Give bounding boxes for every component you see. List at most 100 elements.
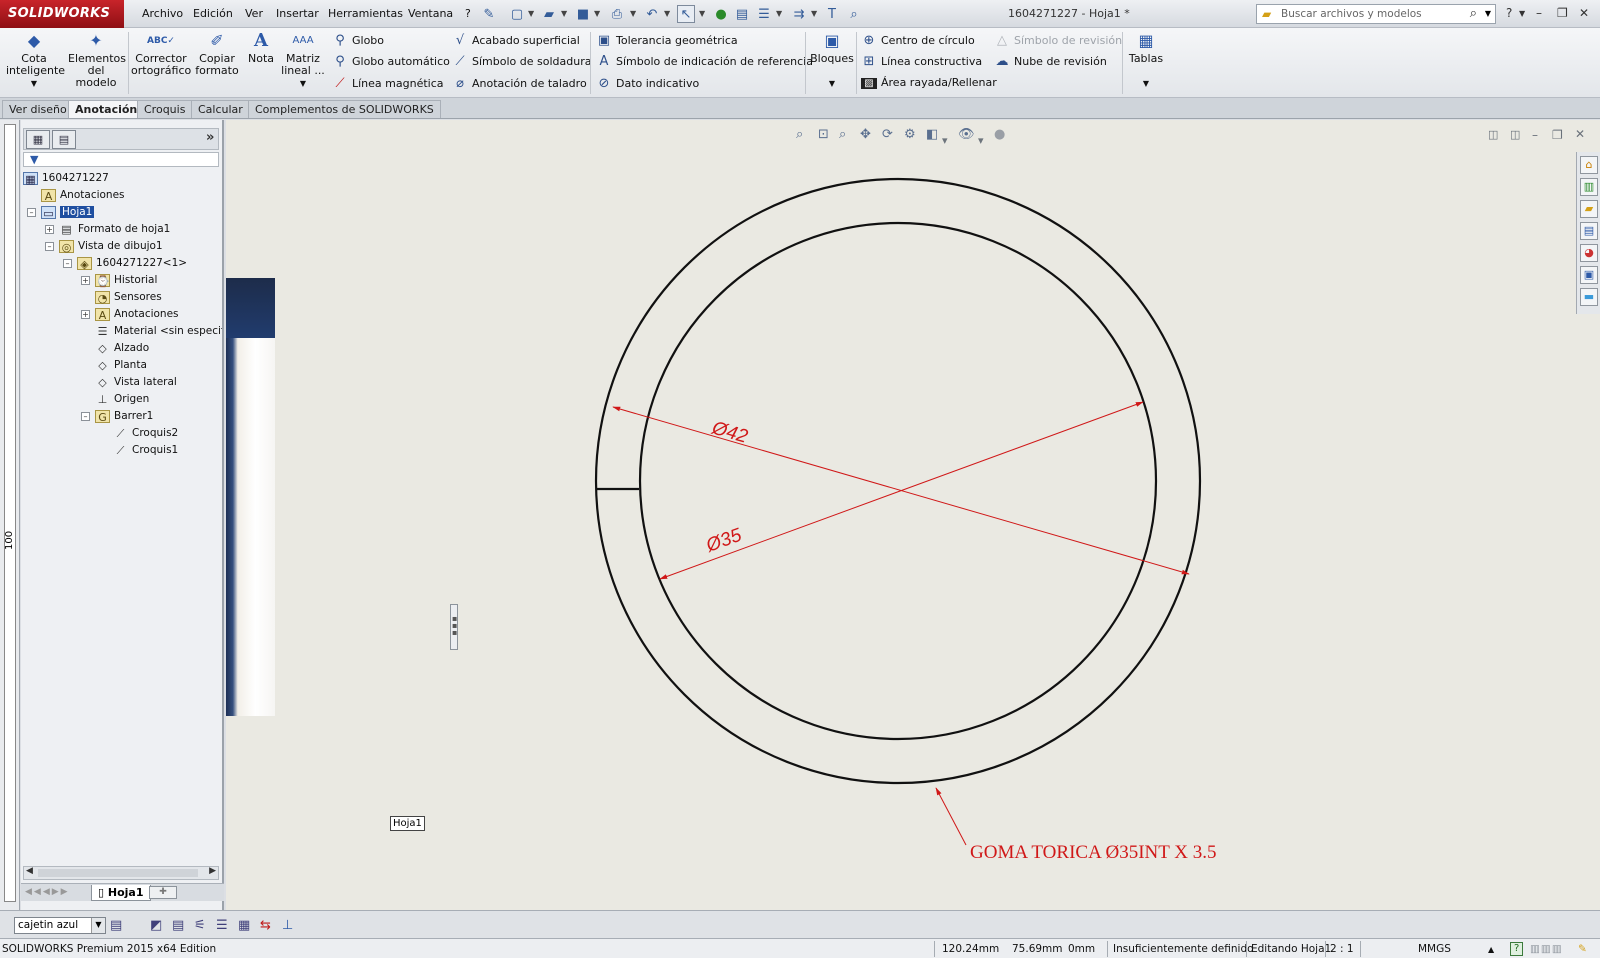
chevron-down-icon[interactable]: ▼	[829, 79, 835, 88]
save-icon[interactable]: ■	[574, 5, 592, 23]
help-icon[interactable]: ?	[1510, 942, 1524, 956]
new-document-icon[interactable]: ▢	[508, 5, 526, 23]
menu-edicion[interactable]: Edición	[193, 7, 233, 20]
chevron-down-icon[interactable]: ▼	[561, 9, 567, 18]
collapse-icon[interactable]: –	[81, 411, 90, 421]
chevron-down-icon[interactable]: ▼	[1143, 79, 1149, 88]
tree-item-material[interactable]: ☰ Material <sin especificar>	[95, 323, 222, 339]
tab-croquis[interactable]: Croquis	[137, 100, 193, 118]
tree-item-anotaciones-part[interactable]: + A Anotaciones	[81, 306, 179, 322]
tree-item-sensores[interactable]: ◔ Sensores	[95, 289, 162, 305]
layer-select[interactable]: cajetin azul ▼	[14, 917, 106, 934]
color-display-icon[interactable]: ▦	[238, 918, 250, 933]
open-folder-icon[interactable]: ▰	[540, 5, 558, 23]
feature-tree-tab-icon[interactable]: ▦	[26, 130, 50, 149]
file-properties-icon[interactable]: ▤	[733, 5, 751, 23]
collapse-icon[interactable]: –	[27, 207, 36, 217]
line-thickness-icon[interactable]: ▤	[172, 918, 184, 933]
menu-archivo[interactable]: Archivo	[142, 7, 183, 20]
inner-circle[interactable]	[638, 221, 1158, 741]
solidworks-logo[interactable]: SOLIDWORKS	[0, 0, 124, 28]
tree-item-barrer[interactable]: – G Barrer1	[81, 408, 153, 424]
help-icon[interactable]: ?	[1506, 6, 1512, 20]
note-leader-line[interactable]	[935, 787, 967, 846]
edge-display-icon[interactable]: ⊥	[282, 918, 293, 933]
unit-system[interactable]: MMGS	[1418, 943, 1451, 955]
restore-icon[interactable]: ❐	[1557, 6, 1568, 20]
surface-finish-button[interactable]: √ Acabado superficial	[452, 33, 580, 48]
chevron-down-icon[interactable]: ▼	[300, 79, 306, 88]
format-painter-button[interactable]: ✐ Copiar formato	[194, 32, 240, 77]
centerline-button[interactable]: ⊞ Línea constructiva	[861, 54, 983, 69]
menu-help[interactable]: ?	[465, 7, 471, 20]
smart-dimension-button[interactable]: ◆ Cota inteligente ▼	[6, 32, 65, 90]
sheet-scale[interactable]: 2 : 1	[1330, 943, 1354, 955]
tree-item-vista-lateral[interactable]: ◇ Vista lateral	[95, 374, 177, 390]
expand-panel-icon[interactable]: »	[206, 130, 214, 145]
outer-circle[interactable]	[594, 177, 1202, 785]
property-manager-tab-icon[interactable]: ▤	[52, 130, 76, 149]
tree-item-part[interactable]: – ◈ 1604271227<1>	[63, 255, 187, 271]
tree-item-alzado[interactable]: ◇ Alzado	[95, 340, 149, 356]
spell-checker-button[interactable]: ABC✓ Corrector ortográfico	[131, 32, 191, 77]
chevron-down-icon[interactable]: ▼	[91, 918, 105, 933]
inner-diameter-label[interactable]: Ø35	[703, 525, 745, 558]
scroll-thumb[interactable]	[38, 869, 198, 877]
hide-show-edges-icon[interactable]: ☰	[216, 918, 228, 933]
select-arrow-icon[interactable]: ↖	[677, 5, 695, 23]
tree-item-anotaciones[interactable]: A Anotaciones	[41, 187, 125, 203]
scroll-left-icon[interactable]: ◀	[26, 866, 33, 876]
minimize-icon[interactable]: –	[1536, 6, 1542, 20]
search-icon[interactable]: ⌕	[1470, 6, 1477, 21]
zoom-window-icon[interactable]: ⌕	[845, 5, 863, 23]
chevron-down-icon[interactable]: ▼	[630, 9, 636, 18]
pin-icon[interactable]: ✎	[480, 5, 498, 23]
note-button[interactable]: A Nota	[246, 32, 276, 65]
chevron-down-icon[interactable]: ▼	[1519, 9, 1525, 18]
menu-ventana[interactable]: Ventana	[408, 7, 453, 20]
weld-symbol-button[interactable]: ⟋ Símbolo de soldadura	[452, 54, 591, 69]
model-items-button[interactable]: ✦ Elementos del modelo	[68, 32, 126, 89]
magnetic-line-button[interactable]: ⟋ Línea magnética	[332, 76, 443, 91]
chevron-down-icon[interactable]: ▼	[1485, 9, 1491, 18]
blocks-button[interactable]: ▣ Bloques ▼	[810, 32, 854, 90]
collapse-icon[interactable]: –	[45, 241, 54, 251]
balloon-button[interactable]: ⚲ Globo	[332, 33, 384, 48]
expand-icon[interactable]: +	[81, 275, 90, 285]
line-color-icon[interactable]: ◩	[150, 918, 162, 933]
chevron-down-icon[interactable]: ▼	[528, 9, 534, 18]
expand-icon[interactable]: +	[45, 224, 54, 234]
sheet-tab-hoja1[interactable]: ▯ Hoja1	[91, 885, 151, 901]
text-tool-icon[interactable]: T	[823, 5, 841, 23]
tree-item-croquis2[interactable]: ⟋ Croquis2	[113, 425, 179, 441]
scroll-right-icon[interactable]: ▶	[209, 866, 216, 876]
chevron-down-icon[interactable]: ▼	[811, 9, 817, 18]
tree-item-root[interactable]: ▦ 1604271227	[23, 170, 109, 186]
layer-properties-icon[interactable]: ▤	[110, 918, 122, 933]
datum-feature-button[interactable]: A Símbolo de indicación de referencia	[596, 54, 813, 69]
area-hatch-fill-button[interactable]: ▨ Área rayada/Rellenar	[861, 76, 997, 89]
tab-ver-diseno[interactable]: Ver diseño	[2, 100, 74, 118]
center-mark-button[interactable]: ⊕ Centro de círculo	[861, 33, 975, 48]
tab-calcular[interactable]: Calcular	[191, 100, 250, 118]
sheet-navigation-icons[interactable]: ◀◀◀▶▶	[25, 887, 70, 897]
undo-icon[interactable]: ↶	[643, 5, 661, 23]
geometric-tolerance-button[interactable]: ▣ Tolerancia geométrica	[596, 33, 738, 48]
tree-item-origen[interactable]: ⊥ Origen	[95, 391, 150, 407]
chevron-down-icon[interactable]: ▼	[31, 79, 37, 88]
chevron-down-icon[interactable]: ▼	[664, 9, 670, 18]
tab-anotacion[interactable]: Anotación	[68, 100, 145, 118]
sheet-label[interactable]: Hoja1	[390, 816, 425, 831]
datum-target-button[interactable]: ⊘ Dato indicativo	[596, 76, 700, 91]
search-box[interactable]: ▰ Buscar archivos y modelos ⌕ ▼	[1256, 4, 1496, 24]
add-sheet-icon[interactable]: ✚	[149, 886, 177, 899]
tree-item-hoja1[interactable]: – ▭ Hoja1	[27, 204, 95, 220]
line-style-icon[interactable]: ⚟	[194, 918, 206, 933]
menu-insertar[interactable]: Insertar	[276, 7, 319, 20]
tree-item-planta[interactable]: ◇ Planta	[95, 357, 147, 373]
graphics-area[interactable]: ▪ ▪ ▪ ⌕ ⊡ ⌕ ✥ ⟳ ⚙ ◧ ▾ 👁 ▾ ● ◫ ◫ – ❐ ✕ ⌂ ▥ ▰ …	[226, 120, 1600, 910]
print-icon[interactable]: ⎙	[608, 5, 626, 23]
expand-icon[interactable]: +	[81, 309, 90, 319]
line-format-icon[interactable]: ⇆	[260, 918, 271, 933]
outer-diameter-label[interactable]: Ø42	[709, 417, 751, 447]
